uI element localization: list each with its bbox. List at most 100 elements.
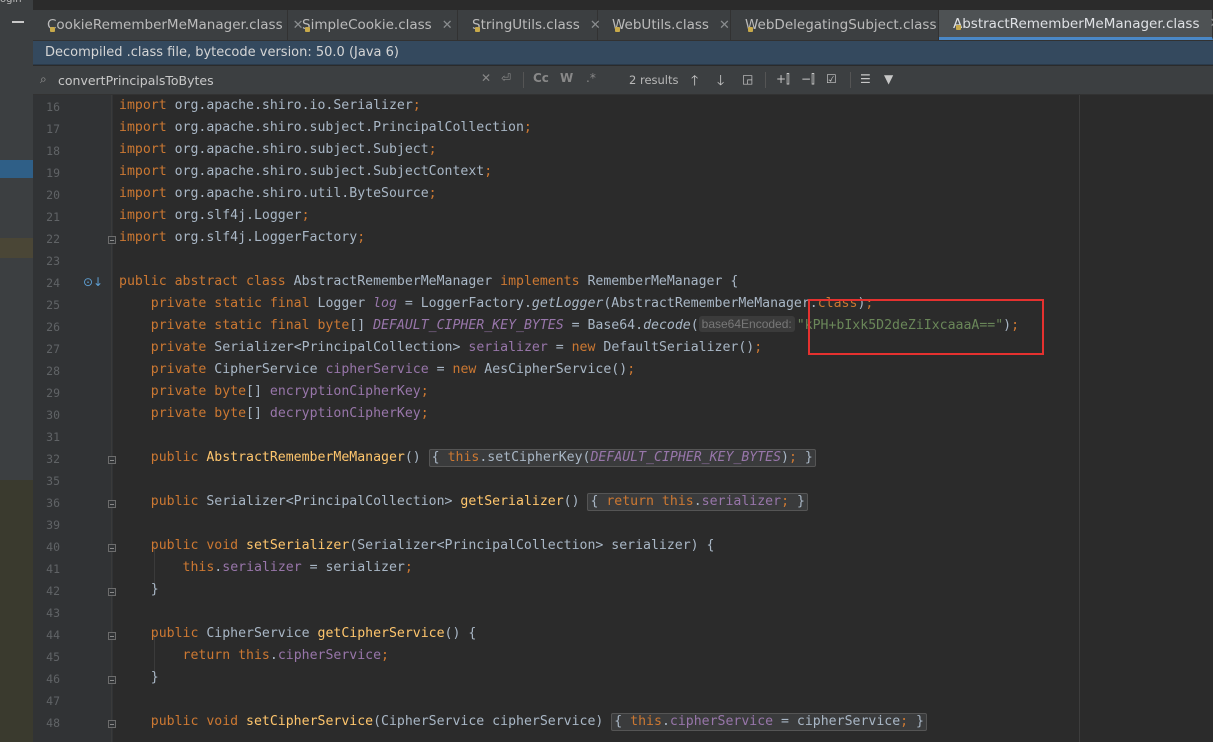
line-number: 26 — [46, 320, 60, 334]
code-line: private CipherService cipherService = ne… — [150, 362, 636, 377]
line-number: 21 — [46, 210, 60, 224]
line-number: 44 — [46, 628, 60, 642]
match-case-button[interactable]: Cc — [533, 71, 549, 85]
right-margin-guide — [1079, 95, 1080, 742]
selected-tree-row[interactable] — [0, 160, 33, 178]
line-number: 23 — [46, 254, 60, 268]
tree-row[interactable] — [0, 238, 33, 258]
line-number: 40 — [46, 540, 60, 554]
line-number: 48 — [46, 716, 60, 730]
tab-web-delegating-subject[interactable]: WebDelegatingSubject.class ✕ — [731, 10, 957, 40]
line-number: 19 — [46, 166, 60, 180]
fold-icon[interactable] — [108, 632, 116, 640]
line-number: 25 — [46, 298, 60, 312]
tab-string-utils[interactable]: StringUtils.class ✕ — [458, 10, 601, 40]
new-line-icon[interactable]: ⏎ — [501, 71, 511, 85]
code-line: } — [119, 582, 159, 597]
separator — [850, 72, 851, 88]
code-editor[interactable]: import org.apache.shiro.io.Serializer; i… — [119, 95, 1079, 742]
tab-abstract-remember-me-manager[interactable]: AbstractRememberMeManager.class ✕ — [939, 10, 1213, 40]
truncated-label: ogin — [0, 0, 22, 5]
tab-label: StringUtils.class — [472, 17, 580, 33]
fold-icon[interactable] — [108, 456, 116, 464]
line-number: 20 — [46, 188, 60, 202]
tab-label: AbstractRememberMeManager.class — [953, 15, 1200, 32]
search-icon[interactable]: ⌕ — [40, 72, 47, 87]
line-number: 27 — [46, 342, 60, 356]
search-input[interactable] — [58, 72, 498, 88]
fold-icon[interactable] — [108, 236, 116, 244]
line-number: 30 — [46, 408, 60, 422]
line-number: 24 — [46, 276, 60, 290]
regex-button[interactable]: .* — [586, 71, 596, 85]
code-line: return this.cipherService; — [182, 648, 389, 663]
tab-simple-cookie[interactable]: SimpleCookie.class ✕ — [288, 10, 458, 40]
code-line: import org.slf4j.Logger; — [119, 208, 310, 223]
fold-icon[interactable] — [108, 676, 116, 684]
tab-label: WebUtils.class — [612, 17, 709, 33]
tab-cookie-remember-me-manager[interactable]: CookieRememberMeManager.class ✕ — [33, 10, 304, 40]
previous-occurrence-icon[interactable]: 🡑 — [691, 70, 698, 94]
code-line: private byte[] encryptionCipherKey; — [150, 384, 429, 399]
line-number: 43 — [46, 606, 60, 620]
add-occurrence-icon[interactable]: +⫿ — [776, 72, 790, 87]
line-number: 29 — [46, 386, 60, 400]
left-tool-strip: ogin — [0, 0, 34, 742]
code-line: } — [119, 670, 159, 685]
fold-icon[interactable] — [108, 588, 116, 596]
code-line: this.serializer = serializer; — [182, 560, 413, 575]
line-number: 39 — [46, 518, 60, 532]
minimize-icon[interactable] — [12, 21, 24, 23]
code-line: import org.apache.shiro.util.ByteSource; — [119, 186, 437, 201]
line-number: 45 — [46, 650, 60, 664]
line-number: 17 — [46, 122, 60, 136]
panel-area — [0, 480, 33, 742]
code-line: import org.apache.shiro.io.Serializer; — [119, 98, 421, 113]
line-number: 42 — [46, 584, 60, 598]
clear-icon[interactable]: ✕ — [481, 71, 491, 85]
line-number: 41 — [46, 562, 60, 576]
highlight-annotation-box — [808, 299, 1044, 355]
filter-settings-icon[interactable]: ☰ — [860, 72, 871, 86]
close-icon[interactable]: ✕ — [442, 18, 453, 33]
editor-tab-bar: CookieRememberMeManager.class ✕ SimpleCo… — [33, 10, 1213, 41]
find-bar: ⌕ ✕ ⏎ Cc W .* 2 results 🡑 🡓 ◲ +⫿ −⫿ ☑ ☰ … — [33, 66, 1213, 95]
line-gutter: 16 17 18 19 20 21 22 23 24 25 26 27 28 2… — [33, 95, 116, 742]
select-all-occurrences-icon[interactable]: ☑ — [826, 72, 837, 86]
parameter-hint: base64Encoded: — [698, 316, 795, 332]
filter-icon[interactable]: ▼ — [884, 72, 893, 86]
words-button[interactable]: W — [560, 71, 573, 85]
code-line: public Serializer<PrincipalCollection> g… — [119, 491, 808, 513]
code-line: public void setSerializer(Serializer<Pri… — [150, 538, 715, 553]
line-number: 46 — [46, 672, 60, 686]
code-line: import org.apache.shiro.subject.Principa… — [119, 120, 532, 135]
next-occurrence-icon[interactable]: 🡓 — [717, 70, 724, 94]
line-number: 22 — [46, 232, 60, 246]
line-number: 18 — [46, 144, 60, 158]
remove-occurrence-icon[interactable]: −⫿ — [801, 72, 815, 87]
line-number: 35 — [46, 474, 60, 488]
code-line: public AbstractRememberMeManager() { thi… — [119, 447, 816, 469]
line-number: 16 — [46, 100, 60, 114]
code-line: import org.apache.shiro.subject.Subject; — [119, 142, 437, 157]
tab-label: WebDelegatingSubject.class — [745, 17, 937, 33]
separator — [523, 72, 524, 88]
code-line: private static final Logger log = Logger… — [150, 296, 874, 311]
implements-gutter-icon[interactable]: ⊙↓ — [83, 275, 103, 289]
close-icon[interactable]: ✕ — [719, 18, 730, 33]
fold-icon[interactable] — [108, 544, 116, 552]
line-number: 32 — [46, 452, 60, 466]
close-icon[interactable]: ✕ — [1209, 16, 1213, 31]
fold-icon[interactable] — [108, 500, 116, 508]
line-number: 47 — [46, 694, 60, 708]
separator — [765, 72, 766, 88]
line-number: 31 — [46, 430, 60, 444]
tab-label: CookieRememberMeManager.class — [47, 17, 283, 33]
code-line: public CipherService getCipherService() … — [150, 626, 477, 641]
gutter-separator — [111, 95, 112, 742]
fold-icon[interactable] — [108, 720, 116, 728]
code-line: private Serializer<PrincipalCollection> … — [150, 340, 763, 355]
find-in-window-icon[interactable]: ◲ — [742, 72, 753, 86]
tab-web-utils[interactable]: WebUtils.class ✕ — [598, 10, 731, 40]
code-line: import org.apache.shiro.subject.SubjectC… — [119, 164, 493, 179]
